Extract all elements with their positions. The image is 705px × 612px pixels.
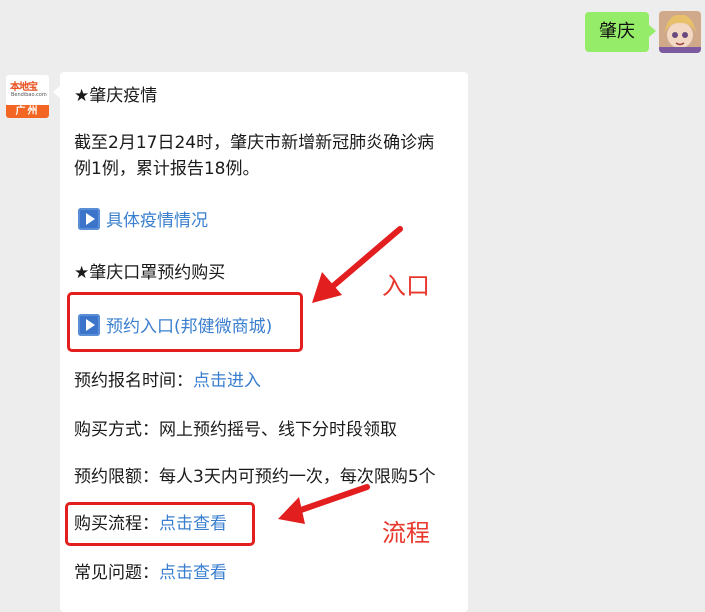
annotation-entry: 入口 <box>382 272 430 300</box>
annotation-process: 流程 <box>382 519 430 547</box>
annotation-arrows <box>278 226 403 524</box>
